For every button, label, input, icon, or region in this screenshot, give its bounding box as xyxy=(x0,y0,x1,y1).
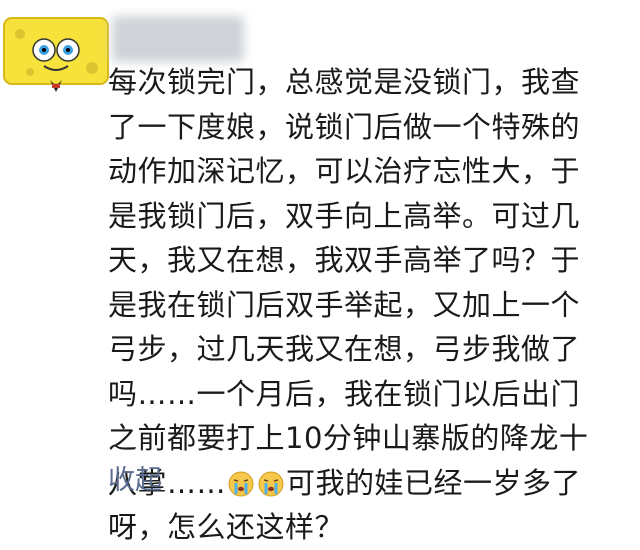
post-text-part1: 每次锁完门，总感觉是没锁门，我查了一下度娘，说锁门后做一个特殊的动作加深记忆，可… xyxy=(108,65,589,500)
author-avatar[interactable] xyxy=(0,14,112,94)
collapse-link[interactable]: 收起 xyxy=(108,458,162,497)
spongebob-avatar-icon xyxy=(3,17,109,92)
crying-face-icon xyxy=(257,466,285,496)
crying-face-icon xyxy=(227,466,255,496)
post-text: 每次锁完门，总感觉是没锁门，我查了一下度娘，说锁门后做一个特殊的动作加深记忆，可… xyxy=(108,60,608,550)
username-blurred xyxy=(112,16,244,62)
